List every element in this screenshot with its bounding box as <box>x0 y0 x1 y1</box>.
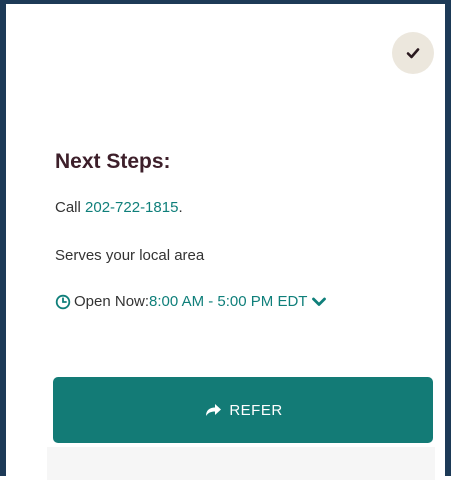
call-suffix: . <box>178 199 183 216</box>
next-steps-card: Next Steps: Call 202-722-1815. Serves yo… <box>0 0 451 480</box>
call-prefix: Call <box>55 199 86 216</box>
next-steps-title: Next Steps: <box>55 150 171 173</box>
open-now-label: Open Now: <box>74 293 150 310</box>
call-line: Call 202-722-1815. <box>55 199 183 216</box>
share-arrow-icon <box>206 404 222 416</box>
hours-time: 8:00 AM - 5:00 PM EDT <box>149 293 308 310</box>
phone-link[interactable]: 202-722-1815 <box>85 199 178 216</box>
refer-label: REFER <box>229 401 283 419</box>
bottom-shadow-strip <box>47 447 435 480</box>
service-area-text: Serves your local area <box>55 247 205 264</box>
chevron-down-icon[interactable] <box>311 294 327 310</box>
hours-toggle[interactable]: Open Now: 8:00 AM - 5:00 PM EDT <box>55 293 327 310</box>
clock-icon <box>55 294 71 309</box>
refer-button[interactable]: REFER <box>53 377 433 443</box>
checkmark-icon <box>406 48 420 59</box>
mark-complete-button[interactable] <box>392 32 434 74</box>
